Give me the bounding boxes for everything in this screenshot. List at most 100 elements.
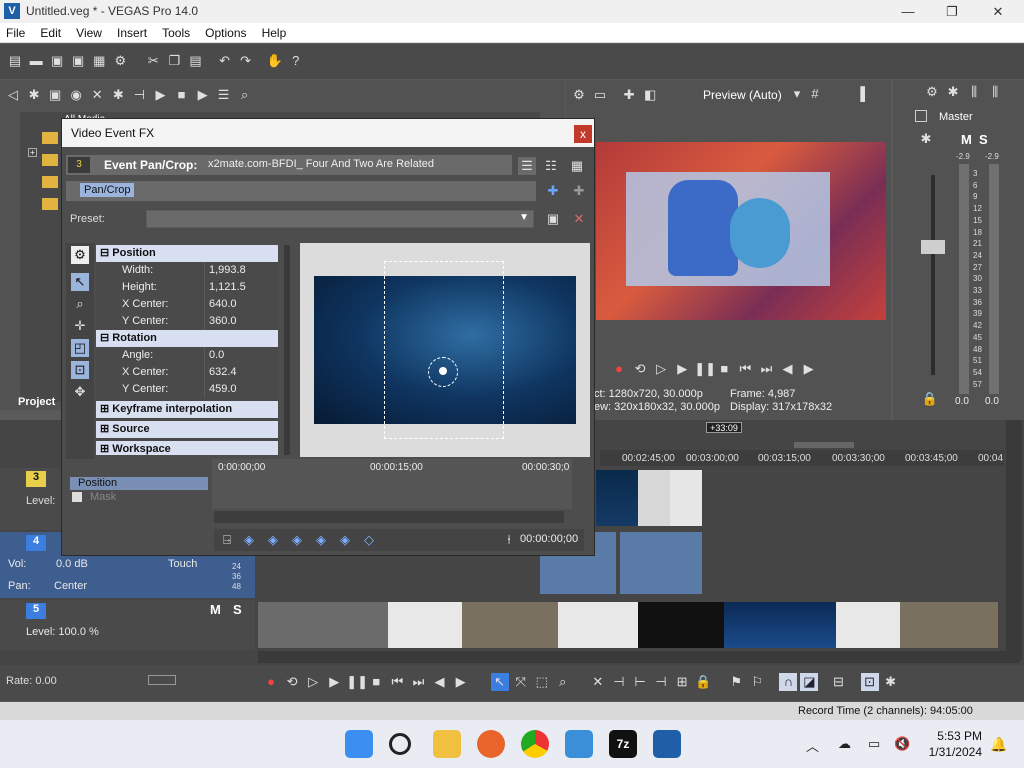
preview-fx-icon[interactable]: ◧ (641, 86, 659, 104)
7zip-icon[interactable]: 7z (609, 730, 637, 758)
prop-value[interactable]: 1,993.8 (204, 262, 278, 279)
kf-mask-row[interactable]: Mask (90, 491, 116, 503)
prop-value[interactable]: 459.0 (204, 381, 278, 398)
add-keyframe-icon[interactable]: ◈ (336, 531, 354, 549)
prev-frame-icon[interactable]: ◀ (779, 360, 797, 378)
maximize-button[interactable]: ❐ (930, 2, 974, 22)
touch-mode[interactable]: Touch (168, 558, 197, 570)
minimize-button[interactable]: — (886, 2, 930, 22)
track-mute[interactable]: M (210, 602, 221, 617)
prop-height[interactable]: Height: 1,121.5 (96, 279, 278, 296)
move-freely-icon[interactable]: ✥ (71, 383, 89, 401)
video-clip[interactable] (596, 470, 638, 526)
split-screen-icon[interactable]: ✚ (620, 86, 638, 104)
audio-clip[interactable] (620, 532, 702, 594)
undo-icon[interactable]: ↶ (216, 52, 234, 70)
play-icon[interactable]: ▶ (673, 360, 691, 378)
search-icon[interactable] (389, 733, 411, 755)
grid-icon[interactable]: # (806, 85, 824, 103)
photos-icon[interactable] (565, 730, 593, 758)
menu-options[interactable]: Options (199, 23, 252, 43)
folder-icon[interactable] (42, 132, 58, 144)
prop-y-center[interactable]: Y Center: 360.0 (96, 313, 278, 330)
help-icon[interactable]: ? (287, 52, 305, 70)
pause-icon[interactable]: ❚❚ (694, 360, 716, 378)
pointer-tool-icon[interactable]: ↖ (71, 273, 89, 291)
play-from-start-icon[interactable]: ▷ (652, 360, 670, 378)
kf-time-display[interactable]: 00:00:00;00 (520, 533, 578, 545)
remove-fx-icon[interactable]: ✚ (570, 182, 588, 200)
redo-icon[interactable]: ↷ (237, 52, 255, 70)
menu-view[interactable]: View (70, 23, 108, 43)
vegas-taskbar-icon[interactable] (653, 730, 681, 758)
kf-position-row[interactable]: Position (70, 477, 208, 490)
track-solo[interactable]: S (233, 602, 242, 617)
menu-edit[interactable]: Edit (34, 23, 67, 43)
move-icon[interactable]: ✛ (71, 317, 89, 335)
globe-icon[interactable]: ◉ (67, 86, 85, 104)
folder-icon[interactable] (42, 154, 58, 166)
prop-value[interactable]: 360.0 (204, 313, 278, 330)
close-button[interactable]: ✕ (976, 2, 1020, 22)
sync-cursor-icon[interactable]: ⍈ (218, 531, 236, 549)
cursor-marker[interactable]: +33:09 (706, 422, 742, 433)
save-preset-icon[interactable]: ▣ (544, 210, 562, 228)
trim-start-icon[interactable]: ⊢ (631, 673, 649, 691)
autopreview-icon[interactable]: ▶ (194, 86, 212, 104)
render-icon[interactable]: ▦ (90, 52, 108, 70)
ripple-icon[interactable]: ⊟ (830, 673, 848, 691)
network-icon[interactable]: ☁ (838, 736, 851, 752)
video-clip[interactable] (258, 602, 388, 648)
go-start-icon[interactable]: ⏮ (388, 673, 406, 691)
remove-icon[interactable]: ✕ (88, 86, 106, 104)
zoom-icon[interactable]: ⌕ (71, 295, 89, 313)
split-icon[interactable]: ⊞ (673, 673, 691, 691)
project-media-tab[interactable]: Project (18, 396, 55, 408)
new-project-icon[interactable]: ▤ (6, 52, 24, 70)
folder-icon[interactable] (42, 176, 58, 188)
chevron-down-icon[interactable]: ▾ (788, 85, 806, 103)
file-explorer-icon[interactable] (433, 730, 461, 758)
dialog-close-button[interactable]: x (574, 125, 592, 143)
prev-frame-icon[interactable]: ◀ (431, 673, 449, 691)
downmix-icon[interactable]: ✱ (944, 83, 962, 101)
next-keyframe-icon[interactable]: ◈ (288, 531, 306, 549)
prop-value[interactable]: 640.0 (204, 296, 278, 313)
play-icon[interactable]: ▶ (151, 86, 169, 104)
prop-width[interactable]: Width: 1,993.8 (96, 262, 278, 279)
stop-icon[interactable]: ■ (715, 360, 733, 378)
prop-value[interactable]: 632.4 (204, 364, 278, 381)
folder-icon[interactable] (42, 198, 58, 210)
pause-icon[interactable]: ❚❚ (346, 673, 368, 691)
stop-icon[interactable]: ■ (173, 86, 191, 104)
track-header-5[interactable]: 5 M S Level: 100.0 % (0, 600, 255, 650)
section-keyframe-interpolation[interactable]: ⊞ Keyframe interpolation (96, 401, 278, 418)
go-start-icon[interactable]: ⏮ (736, 360, 754, 378)
prev-keyframe-icon[interactable]: ◈ (264, 531, 282, 549)
master-mute[interactable]: M (961, 132, 972, 147)
add-fx-icon[interactable]: ✚ (544, 182, 562, 200)
cart-icon[interactable]: ▣ (46, 86, 64, 104)
properties-icon[interactable]: ⚙ (111, 52, 129, 70)
hand-icon[interactable]: ✋ (266, 52, 284, 70)
prop-rot-x-center[interactable]: X Center: 632.4 (96, 364, 278, 381)
play-icon[interactable]: ▶ (325, 673, 343, 691)
video-clip[interactable] (462, 602, 558, 648)
windows-start-icon[interactable] (345, 730, 373, 758)
menu-insert[interactable]: Insert (111, 23, 153, 43)
menu-help[interactable]: Help (256, 23, 293, 43)
cut-icon[interactable]: ✂ (144, 52, 162, 70)
zoom-tool-icon[interactable]: ⌕ (554, 673, 572, 691)
auto-crossfade-icon[interactable]: ◪ (800, 673, 819, 691)
expand-icon[interactable]: + (28, 148, 37, 157)
scale-about-center-icon[interactable]: ⊡ (71, 361, 89, 379)
grid-view-icon[interactable]: ▦ (568, 157, 586, 175)
save-icon[interactable]: ▣ (48, 52, 66, 70)
external-monitor-icon[interactable]: ▭ (591, 86, 609, 104)
selection-tool-icon[interactable]: ⬚ (533, 673, 551, 691)
kf-scrollbar[interactable] (214, 511, 564, 523)
play-from-start-icon[interactable]: ▷ (304, 673, 322, 691)
chain-item-pan-crop[interactable]: Pan/Crop (80, 183, 135, 197)
normal-edit-tool-icon[interactable]: ↖ (490, 673, 509, 691)
master-settings-icon[interactable]: ⚙ (923, 83, 941, 101)
